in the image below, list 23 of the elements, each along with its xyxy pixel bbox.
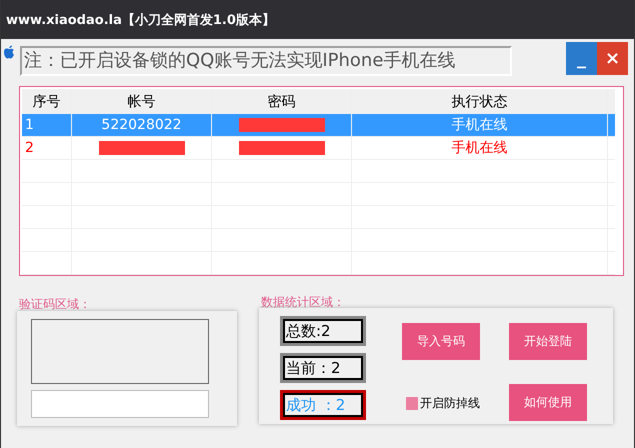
start-login-button[interactable]: 开始登陆: [509, 323, 587, 360]
stat-label: 当前：2: [280, 353, 366, 383]
group-label: 验证码区域：: [19, 296, 92, 310]
window-title: www.xiaodao.la【小刀全网首发1.0版本】: [6, 12, 275, 28]
table-cell: 522028022: [101, 117, 182, 133]
close-button[interactable]: ×: [597, 42, 628, 75]
table-cell: 手机在线: [452, 139, 508, 157]
notice-label: 注：已开启设备锁的QQ账号无法实现IPhone手机在线: [20, 46, 512, 76]
stat-label: 总数:2: [280, 316, 366, 346]
keep-online-checkbox[interactable]: 开启防掉线: [406, 384, 480, 424]
how-to-use-button[interactable]: 如何使用: [509, 384, 587, 420]
checkbox-icon[interactable]: [406, 397, 418, 410]
table-cell: 2: [25, 140, 34, 156]
stat-label: 成功 ：2: [280, 390, 366, 420]
minimize-button[interactable]: _: [566, 42, 597, 75]
table-cell: 手机在线: [452, 116, 508, 134]
table-cell: 1: [25, 117, 34, 133]
group-label: 数据统计区域：: [261, 294, 346, 308]
table-row[interactable]: 2 手机在线: [22, 137, 615, 160]
table-row[interactable]: 1 522028022 手机在线: [22, 114, 615, 137]
captcha-input-field[interactable]: [31, 390, 209, 418]
apple-icon: [3, 45, 15, 59]
import-button[interactable]: 导入号码: [402, 323, 480, 360]
